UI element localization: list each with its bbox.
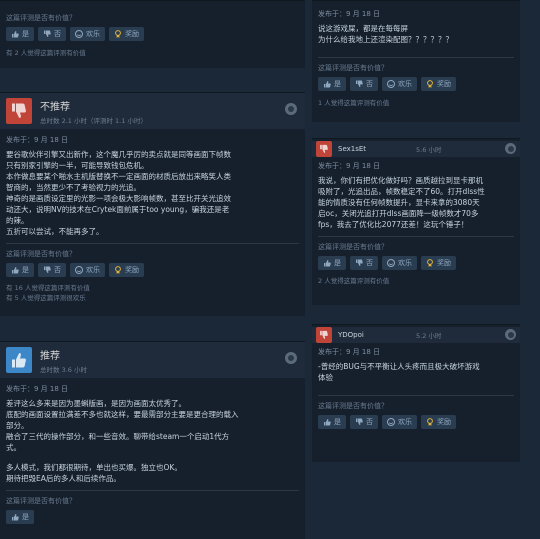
thumbs-up-icon [323,418,331,426]
helpful-question: 这篇评测是否有价值？ [6,250,76,258]
review-card-top: 这篇评测是否有价值？ 是 否 欢乐 奖励 有 2 人觉得这篇评测有价值 [0,0,305,68]
thumbs-up-icon [11,513,19,521]
award-button[interactable]: 奖励 [109,263,144,277]
award-button[interactable]: 奖励 [421,415,456,429]
vote-yes-button[interactable]: 是 [318,256,346,270]
vote-row: 是 否 欢乐 奖励 [0,259,305,277]
thumbs-down-icon [316,327,332,343]
funny-count: 有 5 人觉得这篇评测很欢乐 [6,294,86,302]
review-date: 发布于：9 月 18 日 [318,348,381,356]
smiley-icon [387,80,395,88]
vote-row: 是 [0,506,305,524]
award-icon [426,418,434,426]
review-card-sex1set: Sex1sEt 5.6 小时 发布于：9 月 18 日 我说，你们有把优化做好吗… [312,138,520,305]
review-header: 不推荐 总时数 2.1 小时（评测时 1.1 小时） [0,93,305,129]
thumbs-up-icon [11,266,19,274]
review-verdict: 不推荐 [40,101,70,113]
vote-row: 是 否 欢乐 奖励 [312,73,520,91]
review-card-not-recommended: 不推荐 总时数 2.1 小时（评测时 1.1 小时） 发布于：9 月 18 日 … [0,92,305,316]
review-body: 说这游戏屎，都是在每每屏 为什么给我地上还渲染配图？？？？？？ [318,24,453,44]
smiley-icon [75,266,83,274]
review-body: 我说，你们有把优化做好吗？画质越拉到显卡那机 吸附了，光追出品，帧数稳定不了60… [318,176,485,229]
review-stats: 有 16 人觉得这篇评测有价值 有 5 人觉得这篇评测很欢乐 [0,277,305,303]
vote-row: 是 否 欢乐 奖励 [312,252,520,270]
helpful-count: 1 人觉得这篇评测有价值 [318,99,390,107]
thumbs-up-icon [6,347,32,373]
review-card-recommended: 推荐 总时数 3.6 小时 发布于：9 月 18 日 差评这么多来是因为墨蝌版画… [0,341,305,539]
vote-no-button[interactable]: 否 [38,263,66,277]
award-icon [114,266,122,274]
review-header: Sex1sEt 5.6 小时 [312,141,520,157]
helpful-count: 2 人觉得这篇评测有价值 [318,277,390,285]
review-hours: 总时数 3.6 小时 [40,365,87,374]
review-date: 发布于：9 月 18 日 [318,162,381,170]
award-button[interactable]: 奖励 [109,27,144,41]
reviewer-name[interactable]: Sex1sEt [338,145,366,153]
vote-yes-button[interactable]: 是 [318,77,346,91]
thumbs-up-icon [323,259,331,267]
thumbs-down-icon [6,98,32,124]
award-icon [114,30,122,38]
review-header: YDOpoi 5.2 小时 [312,327,520,343]
review-card-right-top: 发布于：9 月 18 日 说这游戏屎，都是在每每屏 为什么给我地上还渲染配图？？… [312,0,520,122]
thumbs-down-icon [43,266,51,274]
thumbs-down-icon [355,259,363,267]
review-card-ydopoi: YDOpoi 5.2 小时 发布于：9 月 18 日 -曾经的BUG与不平衡让人… [312,324,520,462]
helpful-question: 这篇评测是否有价值？ [318,243,388,251]
vote-row: 是 否 欢乐 奖励 [0,23,305,41]
award-icon [426,80,434,88]
vote-funny-button[interactable]: 欢乐 [382,77,417,91]
vote-funny-button[interactable]: 欢乐 [382,415,417,429]
review-body: 差评这么多来是因为墨蝌版画，是因为画面太优秀了。 底配的画面设置拉满差不多也就这… [6,399,239,483]
thumbs-down-icon [43,30,51,38]
helpful-count: 有 2 人觉得这篇评测有价值 [6,49,86,57]
vote-no-button[interactable]: 否 [350,77,378,91]
review-header: 推荐 总时数 3.6 小时 [0,342,305,378]
thumbs-down-icon [355,418,363,426]
steam-icon [505,329,516,340]
review-body: -曾经的BUG与不平衡让人头疼而且极大破坏游戏 体验 [318,362,480,382]
helpful-question: 这篇评测是否有价值？ [318,64,388,72]
smiley-icon [387,259,395,267]
vote-yes-button[interactable]: 是 [6,27,34,41]
review-hours: 5.2 小时 [416,332,442,340]
award-icon [426,259,434,267]
vote-no-button[interactable]: 否 [350,256,378,270]
steam-icon [505,143,516,154]
reviewer-name[interactable]: YDOpoi [338,331,364,339]
thumbs-down-icon [316,141,332,157]
helpful-question: 这篇评测是否有价值？ [318,402,388,410]
thumbs-up-icon [11,30,19,38]
steam-icon [285,352,297,364]
helpful-question: 这篇评测是否有价值？ [6,14,76,22]
smiley-icon [387,418,395,426]
review-verdict: 推荐 [40,350,60,362]
helpful-question: 这篇评测是否有价值？ [6,497,76,505]
helpful-count: 有 16 人觉得这篇评测有价值 [6,284,90,292]
award-button[interactable]: 奖励 [421,77,456,91]
vote-funny-button[interactable]: 欢乐 [382,256,417,270]
steam-icon [285,103,297,115]
vote-no-button[interactable]: 否 [350,415,378,429]
review-date: 发布于：9 月 18 日 [318,10,381,18]
vote-yes-button[interactable]: 是 [6,263,34,277]
vote-no-button[interactable]: 否 [38,27,66,41]
vote-row: 是 否 欢乐 奖励 [312,411,520,429]
review-hours: 5.6 小时 [416,146,442,154]
vote-yes-button[interactable]: 是 [6,510,34,524]
thumbs-up-icon [323,80,331,88]
vote-yes-button[interactable]: 是 [318,415,346,429]
review-body: 要谷歌伙伴引擎又出新作，这个魔几乎厉的卖点就是同等画面下帧数 只有别家引擎的一半… [6,150,231,236]
review-hours: 总时数 2.1 小时（评测时 1.1 小时） [40,116,147,125]
vote-funny-button[interactable]: 欢乐 [70,27,105,41]
award-button[interactable]: 奖励 [421,256,456,270]
vote-funny-button[interactable]: 欢乐 [70,263,105,277]
review-date: 发布于：9 月 18 日 [6,385,69,393]
review-date: 发布于：9 月 18 日 [6,136,69,144]
smiley-icon [75,30,83,38]
thumbs-down-icon [355,80,363,88]
